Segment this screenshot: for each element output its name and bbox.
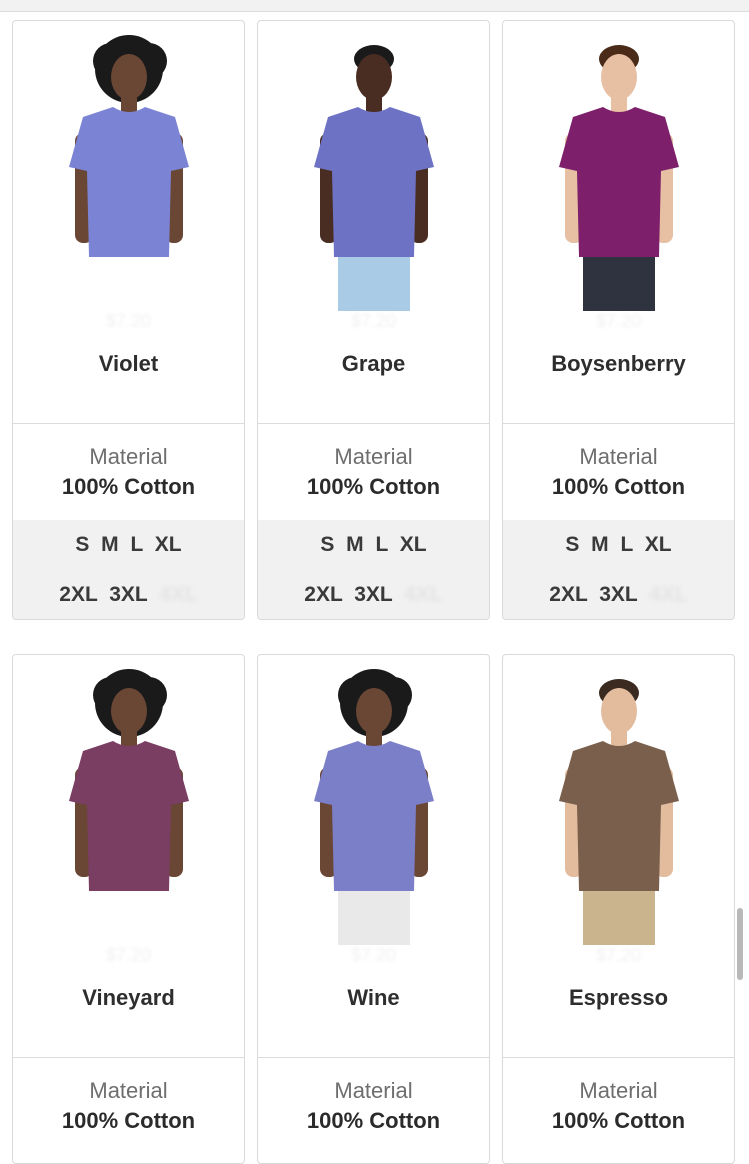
product-price: $7.20 [595, 311, 642, 331]
sizes-row: 2XL 3XL 4XL [59, 583, 198, 606]
product-image[interactable] [13, 21, 244, 311]
model-illustration [69, 669, 189, 945]
model-illustration [314, 669, 434, 945]
product-price: $7.20 [105, 945, 152, 965]
material-value: 100% Cotton [61, 1108, 196, 1133]
product-card[interactable]: $7.20 Vineyard Material 100% Cotton [12, 654, 245, 1164]
material-value: 100% Cotton [551, 1108, 686, 1133]
top-toolbar [0, 0, 749, 12]
material-label: Material [334, 444, 413, 469]
product-name[interactable]: Boysenberry [503, 351, 734, 377]
product-image[interactable] [503, 21, 734, 311]
material-value: 100% Cotton [551, 474, 686, 499]
product-image[interactable] [258, 21, 489, 311]
product-name[interactable]: Wine [258, 985, 489, 1011]
sizes-row: S M L XL [565, 533, 672, 556]
product-card[interactable]: $7.20 Wine Material 100% Cotton [257, 654, 490, 1164]
product-card[interactable]: $7.20 Boysenberry Material 100% Cotton S… [502, 20, 735, 620]
size-list: S M L XL 2XL 3XL 4XL [13, 520, 244, 619]
product-card[interactable]: $7.20 Grape Material 100% Cotton S M L X… [257, 20, 490, 620]
product-card[interactable]: $7.20 Espresso Material 100% Cotton [502, 654, 735, 1164]
material-label: Material [89, 444, 168, 469]
product-image[interactable] [503, 655, 734, 945]
material-label: Material [89, 1078, 168, 1103]
model-illustration [314, 45, 434, 311]
material-value: 100% Cotton [306, 474, 441, 499]
sizes-row: 2XL 3XL 4XL [304, 583, 443, 606]
material-label: Material [579, 1078, 658, 1103]
model-illustration [559, 679, 679, 945]
product-price: $7.20 [595, 945, 642, 965]
model-illustration [559, 45, 679, 311]
material-label: Material [334, 1078, 413, 1103]
product-price: $7.20 [350, 945, 397, 965]
sizes-row: 2XL 3XL 4XL [549, 583, 688, 606]
product-card[interactable]: $7.20 Violet Material 100% Cotton S M L … [12, 20, 245, 620]
material-value: 100% Cotton [306, 1108, 441, 1133]
product-name[interactable]: Vineyard [13, 985, 244, 1011]
size-list: S M L XL 2XL 3XL 4XL [258, 520, 489, 619]
product-image[interactable] [13, 655, 244, 945]
size-list: S M L XL 2XL 3XL 4XL [503, 520, 734, 619]
product-name[interactable]: Espresso [503, 985, 734, 1011]
sizes-row: S M L XL [320, 533, 427, 556]
material-label: Material [579, 444, 658, 469]
product-image[interactable] [258, 655, 489, 945]
sizes-row: S M L XL [75, 533, 182, 556]
product-name[interactable]: Grape [258, 351, 489, 377]
material-value: 100% Cotton [61, 474, 196, 499]
product-name[interactable]: Violet [13, 351, 244, 377]
product-price: $7.20 [350, 311, 397, 331]
scrollbar-thumb[interactable] [737, 908, 743, 980]
product-price: $7.20 [105, 311, 152, 331]
model-illustration [69, 35, 189, 311]
